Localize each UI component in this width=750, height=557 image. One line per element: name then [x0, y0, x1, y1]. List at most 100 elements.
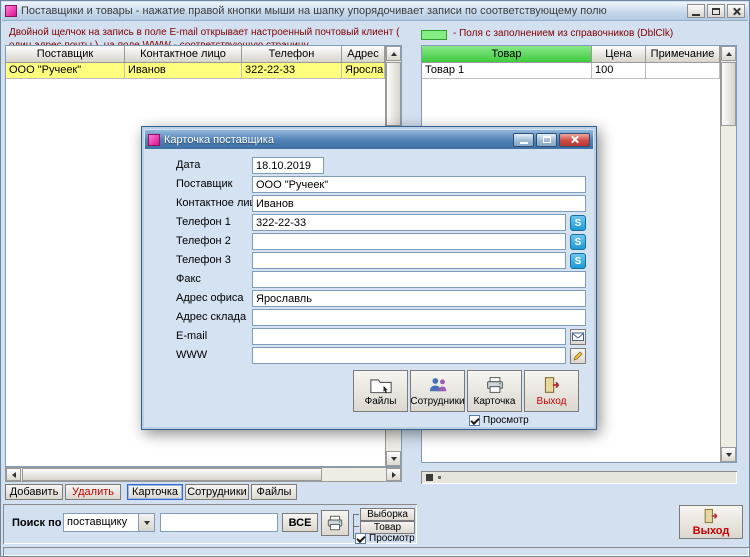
- supplier-input[interactable]: [252, 176, 586, 193]
- column-header-price[interactable]: Цена: [592, 46, 646, 63]
- dialog-files-button[interactable]: Файлы: [353, 370, 408, 412]
- cell-product[interactable]: Товар 1: [422, 63, 592, 79]
- delete-button[interactable]: Удалить: [65, 484, 121, 500]
- column-header-supplier[interactable]: Поставщик: [6, 46, 125, 63]
- dialog-icon: [148, 134, 160, 146]
- skype-call-button-2[interactable]: S: [570, 234, 586, 250]
- dialog-employees-button[interactable]: Сотрудники: [410, 370, 465, 412]
- minimize-icon: [692, 14, 700, 16]
- close-button[interactable]: [727, 4, 745, 18]
- cell-address[interactable]: Ярославль: [342, 63, 385, 79]
- skype-icon: S: [575, 218, 582, 229]
- office-address-input[interactable]: [252, 290, 586, 307]
- column-header-address[interactable]: Адрес: [342, 46, 385, 63]
- phone1-input[interactable]: [252, 214, 566, 231]
- supplier-row[interactable]: ООО "Ручеек" Иванов 322-22-33 Ярославль: [6, 63, 385, 79]
- exit-icon: [702, 508, 720, 524]
- search-label: Поиск по: [12, 517, 61, 529]
- envelope-icon: [572, 332, 584, 342]
- search-field-combobox[interactable]: поставщику: [63, 513, 155, 532]
- scrollbar-thumb[interactable]: [721, 62, 736, 126]
- scroll-up-button[interactable]: [721, 46, 736, 61]
- send-email-button[interactable]: [570, 329, 586, 345]
- dialog-minimize-button[interactable]: [513, 133, 534, 147]
- contact-input[interactable]: [252, 195, 586, 212]
- scroll-up-button[interactable]: [386, 46, 401, 61]
- date-input[interactable]: [252, 157, 324, 174]
- skype-call-button-1[interactable]: S: [570, 215, 586, 231]
- fax-label: Факс: [176, 271, 201, 288]
- cell-price[interactable]: 100: [592, 63, 646, 79]
- skype-icon: S: [575, 256, 582, 267]
- phone1-label: Телефон 1: [176, 214, 231, 231]
- legend-label: - Поля с заполнением из справочников (Db…: [453, 28, 739, 39]
- dialog-card-button[interactable]: Карточка: [467, 370, 522, 412]
- close-icon: [570, 135, 579, 144]
- files-button[interactable]: Файлы: [251, 484, 297, 500]
- search-preview-checkbox[interactable]: Просмотр: [355, 533, 415, 544]
- chevron-down-icon: [144, 521, 150, 525]
- open-website-button[interactable]: [570, 348, 586, 364]
- www-input[interactable]: [252, 347, 566, 364]
- dialog-maximize-button[interactable]: [536, 133, 557, 147]
- phone2-input[interactable]: [252, 233, 566, 250]
- suppliers-horizontal-scrollbar[interactable]: [5, 467, 402, 482]
- main-titlebar[interactable]: Поставщики и товары - нажатие правой кно…: [2, 2, 748, 21]
- exit-label: Выход: [693, 525, 730, 537]
- dialog-exit-button[interactable]: Выход: [524, 370, 579, 412]
- cell-note[interactable]: [646, 63, 720, 79]
- checkbox-label: Просмотр: [483, 415, 529, 426]
- minimize-icon: [520, 142, 528, 144]
- card-button[interactable]: Карточка: [127, 484, 183, 500]
- www-label: WWW: [176, 347, 207, 364]
- product-row[interactable]: Товар 1 100: [422, 63, 720, 79]
- printer-icon: [326, 514, 344, 532]
- minimize-button[interactable]: [687, 4, 705, 18]
- scrollbar-thumb[interactable]: [386, 62, 401, 126]
- skype-call-button-3[interactable]: S: [570, 253, 586, 269]
- combobox-value[interactable]: поставщику: [64, 514, 138, 531]
- printer-icon: [484, 376, 506, 394]
- scroll-right-button[interactable]: [386, 468, 401, 481]
- scrollbar-thumb[interactable]: [22, 468, 322, 481]
- status-bar: [3, 547, 749, 556]
- date-label: Дата: [176, 157, 200, 174]
- all-button[interactable]: ВСЕ: [282, 513, 318, 532]
- connector-line: [353, 526, 359, 527]
- dialog-close-button[interactable]: [559, 133, 590, 147]
- scroll-down-button[interactable]: [721, 447, 736, 462]
- email-input[interactable]: [252, 328, 566, 345]
- search-input[interactable]: [160, 513, 278, 532]
- maximize-button[interactable]: [707, 4, 725, 18]
- search-panel: Поиск по поставщику ВСЕ Выборка Товар Пр…: [3, 504, 417, 544]
- dialog-preview-checkbox[interactable]: Просмотр: [469, 415, 529, 426]
- print-button[interactable]: [321, 510, 349, 536]
- column-header-contact[interactable]: Контактное лицо: [125, 46, 242, 63]
- exit-button[interactable]: Выход: [679, 505, 743, 539]
- column-header-product[interactable]: Товар: [422, 46, 592, 63]
- phone2-label: Телефон 2: [176, 233, 231, 250]
- cell-contact[interactable]: Иванов: [125, 63, 242, 79]
- add-button[interactable]: Добавить: [5, 484, 63, 500]
- dialog-titlebar[interactable]: Карточка поставщика: [145, 130, 593, 149]
- products-vertical-scrollbar[interactable]: [720, 46, 736, 462]
- supplier-card-dialog: Карточка поставщика Дата Поставщик Конта…: [141, 126, 597, 430]
- scroll-down-button[interactable]: [386, 451, 401, 466]
- warehouse-address-input[interactable]: [252, 309, 586, 326]
- pencil-icon: [572, 350, 584, 362]
- column-header-note[interactable]: Примечание: [646, 46, 720, 63]
- phone3-input[interactable]: [252, 252, 566, 269]
- splitter-handle-icon[interactable]: [426, 474, 433, 481]
- employees-button[interactable]: Сотрудники: [185, 484, 249, 500]
- scroll-left-button[interactable]: [6, 468, 21, 481]
- triangle-right-icon: [392, 472, 396, 478]
- cell-supplier[interactable]: ООО "Ручеек": [6, 63, 125, 79]
- selection-button[interactable]: Выборка: [360, 508, 415, 521]
- combobox-dropdown-button[interactable]: [138, 514, 154, 531]
- triangle-down-icon: [726, 453, 732, 457]
- fax-input[interactable]: [252, 271, 586, 288]
- triangle-down-icon: [391, 457, 397, 461]
- column-header-phone[interactable]: Телефон: [242, 46, 342, 63]
- app-icon: [5, 5, 17, 17]
- cell-phone[interactable]: 322-22-33: [242, 63, 342, 79]
